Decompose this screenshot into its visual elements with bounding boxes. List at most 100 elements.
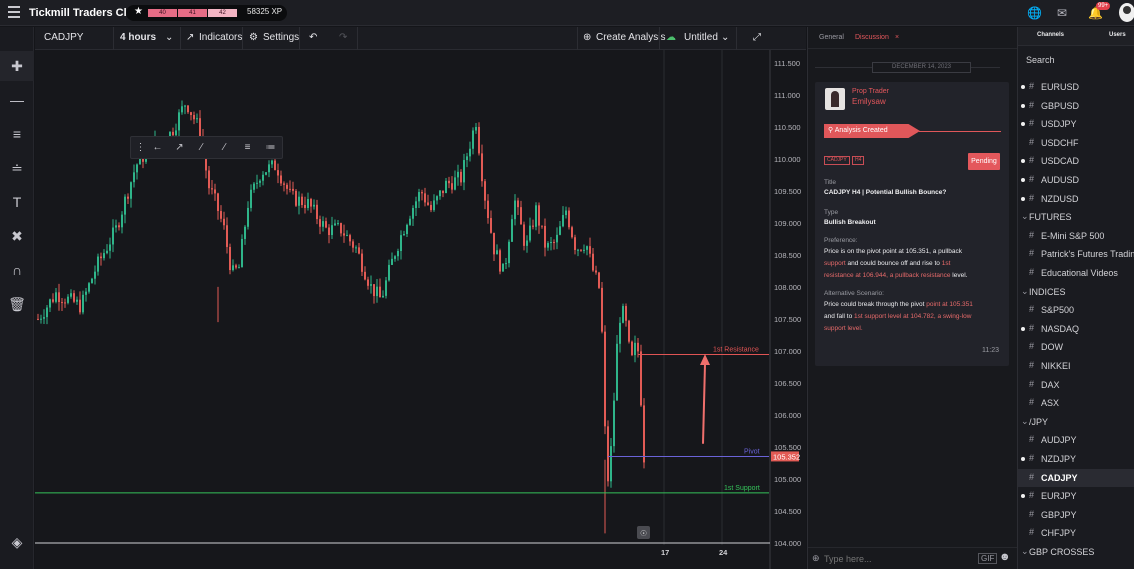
date-tick-label: 17 <box>661 548 669 557</box>
regression-icon[interactable]: ≔ <box>261 140 280 156</box>
channel-item[interactable]: # AUDJPY <box>1018 431 1134 449</box>
fib-retracement-icon[interactable]: ≡ <box>0 119 34 149</box>
candle-body <box>439 190 441 197</box>
channel-group-header[interactable]: ⌄ GBP CROSSES <box>1018 543 1134 561</box>
candle-body <box>181 106 183 113</box>
candle-body <box>541 225 543 227</box>
channel-item[interactable]: # ASX <box>1018 394 1134 412</box>
add-icon[interactable]: ⊕ <box>812 553 820 564</box>
channel-item[interactable]: # EURJPY <box>1018 487 1134 505</box>
tab-general[interactable]: General <box>819 34 844 41</box>
candle-body <box>409 218 411 225</box>
candlestick-chart[interactable]: 111.500 111.000 110.500 110.000 109.500 109.0… <box>35 50 806 569</box>
settings-button[interactable]: Settings <box>263 32 299 43</box>
channel-search[interactable]: Search <box>1018 50 1134 70</box>
fullscreen-icon[interactable]: ⤢ <box>753 32 761 43</box>
hash-icon: # <box>1029 527 1035 538</box>
candle-body <box>355 247 357 249</box>
candle-body <box>415 201 417 209</box>
timeframe-selector[interactable]: 4 hours <box>120 32 156 43</box>
chevron-down-icon[interactable]: ⌄ <box>165 32 173 43</box>
channel-group-header[interactable]: ⌄/JPY <box>1018 413 1134 431</box>
emoji-icon[interactable]: ☻ <box>999 551 1011 563</box>
redo-icon[interactable]: ↷ <box>339 32 347 43</box>
candle-body <box>289 188 291 190</box>
candle-body <box>295 190 297 206</box>
author-avatar[interactable] <box>825 88 845 110</box>
channel-item[interactable]: # CADJPY <box>1018 468 1134 487</box>
channel-item[interactable]: # CHFJPY <box>1018 524 1134 542</box>
gear-icon: ⚙ <box>249 32 258 43</box>
price-chart[interactable]: 111.500 111.000 110.500 110.000 109.500 109.0… <box>35 50 806 569</box>
channel-group-header[interactable]: ⌄ INDICES <box>1018 283 1134 301</box>
channel-group-header[interactable]: ⌄ FUTURES <box>1018 208 1134 226</box>
channel-item[interactable]: # NIKKEI <box>1018 357 1134 375</box>
candle-body <box>352 241 354 248</box>
close-icon[interactable]: × <box>895 34 899 41</box>
level-label: 1st Support <box>724 485 760 492</box>
layout-name[interactable]: Untitled <box>684 32 718 43</box>
arrow-left-icon[interactable]: ← <box>148 140 167 156</box>
pattern-icon[interactable]: ✖ <box>0 221 34 251</box>
channel-item[interactable]: # USDCAD <box>1018 152 1134 170</box>
ray-icon[interactable]: ↗ <box>170 140 189 156</box>
candle-body <box>586 246 588 250</box>
avatar[interactable] <box>1119 3 1134 22</box>
level-badge-icon: ★ <box>134 6 143 17</box>
gif-button[interactable]: GIF <box>978 553 998 564</box>
channel-name: USDJPY <box>1041 119 1077 130</box>
indicators-button[interactable]: Indicators <box>199 32 242 43</box>
symbol-selector[interactable]: CADJPY <box>44 32 83 43</box>
candle-body <box>307 199 309 208</box>
crosshair-icon[interactable]: ✚ <box>0 51 34 81</box>
hash-icon: # <box>1029 99 1035 110</box>
trash-icon[interactable]: 🗑 <box>0 289 34 319</box>
channel-item[interactable]: # USDCHF <box>1018 134 1134 152</box>
channel-item[interactable]: # NZDJPY <box>1018 450 1134 468</box>
channel-item[interactable]: # Educational Videos <box>1018 264 1134 282</box>
candle-body <box>496 250 498 255</box>
channel-item[interactable]: # GBPUSD <box>1018 97 1134 115</box>
candle-body <box>130 182 132 199</box>
trend-line-icon[interactable]: — <box>0 85 34 115</box>
line-icon[interactable]: ∕ <box>192 140 211 156</box>
channel-item[interactable]: # E-Mini S&P 500 <box>1018 227 1134 245</box>
candle-body <box>85 291 87 295</box>
tab-channels[interactable]: Channels <box>1037 32 1064 38</box>
candle-body <box>574 237 576 250</box>
layers-icon[interactable]: ◈ <box>0 527 34 557</box>
channel-item[interactable]: # DAX <box>1018 376 1134 394</box>
channel-item[interactable]: # EURUSD <box>1018 78 1134 96</box>
text-icon[interactable]: T <box>0 187 34 217</box>
candle-body <box>244 226 246 239</box>
candle-body <box>481 153 483 182</box>
channel-item[interactable]: # USDJPY <box>1018 115 1134 133</box>
channel-item[interactable]: # S&P500 <box>1018 301 1134 319</box>
brush-icon[interactable]: ≐ <box>0 153 34 183</box>
unread-dot <box>1021 122 1025 127</box>
status-badge[interactable]: Pending <box>968 153 1000 170</box>
alternative-text: Price could break through the pivot poin… <box>824 299 1002 335</box>
create-analysis-button[interactable]: Create Analysis <box>596 32 665 43</box>
channel-item[interactable]: # NZDUSD <box>1018 190 1134 208</box>
channel-item[interactable]: # AUDUSD <box>1018 171 1134 189</box>
channel-item[interactable]: # Patrick's Futures Trading <box>1018 245 1134 263</box>
extended-line-icon[interactable]: ∕ <box>215 140 234 156</box>
message-composer: ⊕ GIF ☻ <box>808 547 1018 569</box>
message-input[interactable] <box>824 551 974 566</box>
magnet-icon[interactable]: ∩ <box>0 255 34 285</box>
parallel-channel-icon[interactable]: ≡ <box>238 140 257 156</box>
candle-body <box>544 225 546 248</box>
channel-item[interactable]: # GBPJPY <box>1018 506 1134 524</box>
tab-discussion[interactable]: Discussion <box>855 34 889 41</box>
channel-item[interactable]: # DOW <box>1018 338 1134 356</box>
menu-icon[interactable] <box>8 6 20 20</box>
channel-item[interactable]: # NASDAQ <box>1018 320 1134 338</box>
author-name[interactable]: Emilysaw <box>852 97 886 106</box>
undo-icon[interactable]: ↶ <box>309 32 317 43</box>
globe-icon[interactable]: 🌐 <box>1027 6 1042 20</box>
mail-icon[interactable]: ✉ <box>1057 6 1067 20</box>
candle-body <box>442 190 444 194</box>
tab-users[interactable]: Users <box>1109 32 1126 38</box>
chevron-down-icon[interactable]: ⌄ <box>721 32 729 43</box>
